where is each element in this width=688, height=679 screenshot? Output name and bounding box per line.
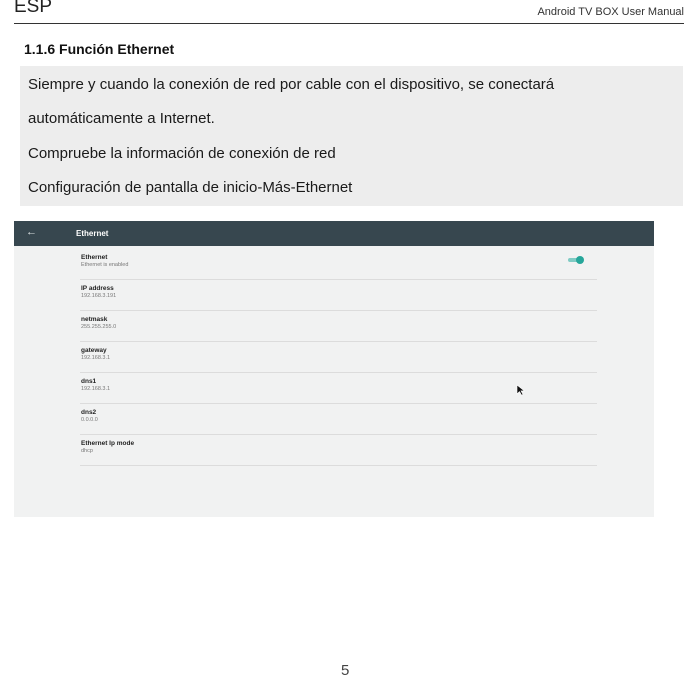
row-subtitle: 192.168.3.191: [81, 293, 117, 299]
settings-row-ip-address[interactable]: IP address 192.168.3.191: [80, 280, 597, 311]
row-title: dns2: [81, 409, 97, 416]
row-subtitle: 192.168.3.1: [81, 355, 111, 361]
row-subtitle: 255.255.255.0: [81, 324, 117, 330]
settings-row-netmask[interactable]: netmask 255.255.255.0: [80, 311, 597, 342]
ethernet-settings-screenshot: ← Ethernet Ethernet Ethernet is enabled …: [14, 221, 654, 517]
row-subtitle: 0.0.0.0: [81, 417, 98, 423]
app-bar: ← Ethernet: [14, 221, 654, 246]
settings-row-gateway[interactable]: gateway 192.168.3.1: [80, 342, 597, 373]
section-line-1: Siempre y cuando la conexión de red por …: [28, 76, 555, 93]
arrow-left-icon[interactable]: ←: [26, 226, 37, 238]
row-subtitle: dhcp: [81, 448, 93, 454]
section-line-3: Compruebe la información de conexión de …: [28, 145, 336, 162]
section-title: 1.1.6 Función Ethernet: [24, 41, 175, 57]
section-line-4: Configuración de pantalla de inicio-Más-…: [28, 179, 353, 196]
settings-row-ip-mode[interactable]: Ethernet Ip mode dhcp: [80, 435, 597, 466]
section-line-2: automáticamente a Internet.: [28, 110, 215, 127]
row-title: IP address: [81, 285, 114, 292]
row-title: dns1: [81, 378, 97, 385]
page-header-manual-title: Android TV BOX User Manual: [537, 6, 684, 18]
row-title: gateway: [81, 347, 107, 354]
mouse-cursor-icon: [516, 384, 526, 396]
row-title: Ethernet Ip mode: [81, 440, 135, 447]
ethernet-toggle-knob[interactable]: [576, 256, 584, 264]
row-subtitle: Ethernet is enabled: [81, 262, 129, 268]
row-title: netmask: [81, 316, 108, 323]
row-title: Ethernet: [81, 254, 108, 261]
app-bar-title: Ethernet: [76, 229, 109, 238]
row-subtitle: 192.168.3.1: [81, 386, 111, 392]
page-number: 5: [341, 662, 350, 679]
page-header-lang: ESP: [14, 0, 53, 17]
settings-row-ethernet[interactable]: Ethernet Ethernet is enabled: [80, 249, 597, 280]
settings-row-dns2[interactable]: dns2 0.0.0.0: [80, 404, 597, 435]
header-divider: [14, 23, 684, 24]
